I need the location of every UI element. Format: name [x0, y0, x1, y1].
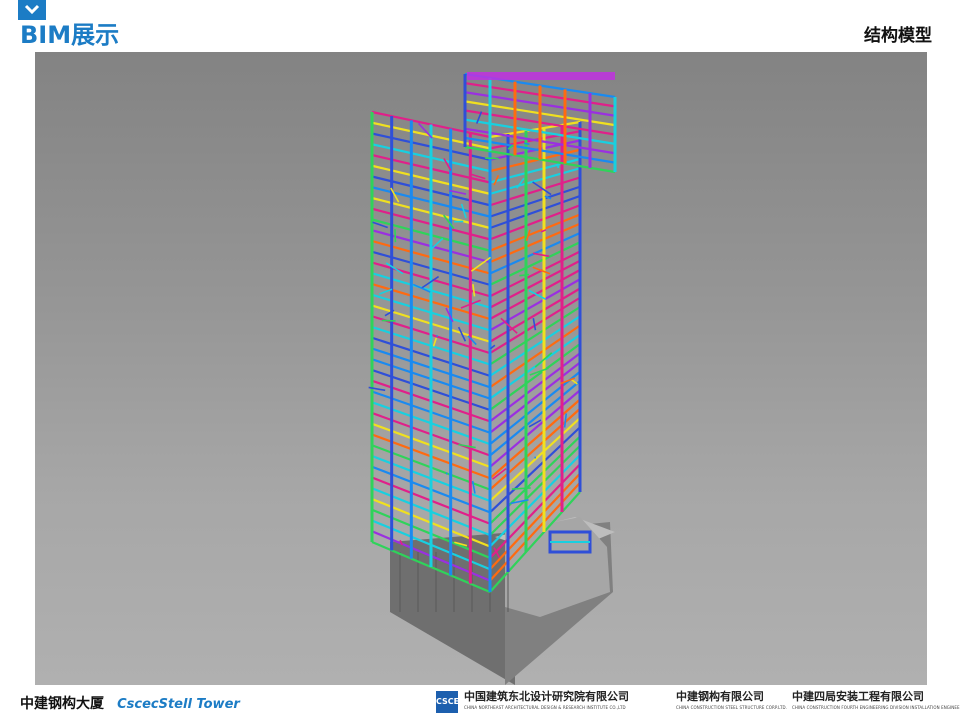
- logo-subtitle: CHINA NORTHEAST ARCHITECTURAL DESIGN & R…: [464, 705, 626, 710]
- page-title: BIM展示: [20, 21, 120, 49]
- model-viewport: [35, 52, 927, 685]
- building-name-cn: 中建钢构大厦: [20, 696, 104, 712]
- logo-steel-structure: 中建钢构有限公司 CHINA CONSTRUCTION STEEL STRUCT…: [676, 690, 788, 716]
- logo-subtitle: CHINA CONSTRUCTION FOURTH ENGINEERING DI…: [792, 705, 960, 710]
- chevron-down-icon: [18, 0, 46, 20]
- section-title: 结构模型: [864, 26, 932, 46]
- logo-name: 中建四局安装工程有限公司: [792, 690, 924, 703]
- footer-title: 中建钢构大厦 CscecStell Tower: [20, 692, 240, 714]
- building-name-en: CscecStell Tower: [117, 697, 240, 712]
- logo-subtitle: CHINA CONSTRUCTION STEEL STRUCTURE CORP.…: [676, 705, 788, 710]
- cscec-logo-icon: CSCEC: [436, 691, 465, 713]
- logo-design-institute: CSCEC 中国建筑东北设计研究院有限公司 CHINA NORTHEAST AR…: [436, 690, 668, 716]
- logo-name: 中国建筑东北设计研究院有限公司: [464, 690, 629, 703]
- tower-left-face: [370, 110, 492, 594]
- steel-structure-model: [368, 72, 617, 685]
- logo-installation: 中建四局安装工程有限公司 CHINA CONSTRUCTION FOURTH E…: [792, 690, 960, 716]
- logo-name: 中建钢构有限公司: [676, 690, 764, 703]
- tower-crown: [463, 72, 617, 174]
